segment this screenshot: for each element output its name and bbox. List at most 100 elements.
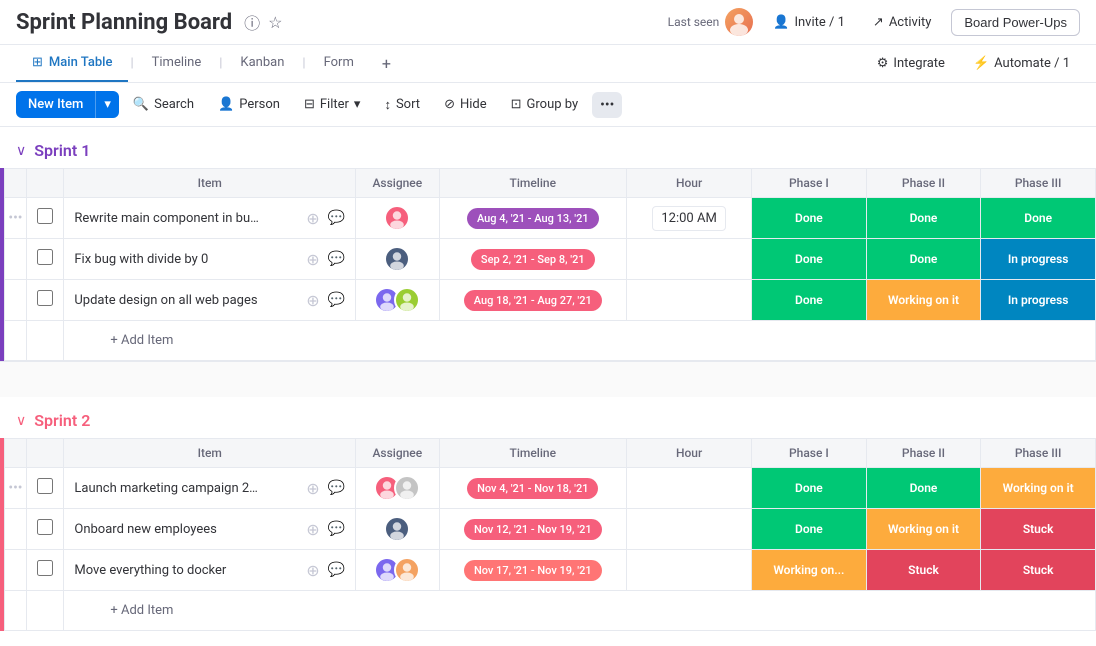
row-checkbox[interactable] <box>37 519 53 535</box>
person-button[interactable]: 👤 Person <box>208 92 290 117</box>
row-checkbox[interactable] <box>37 560 53 576</box>
s2-phase3-col-header: Phase III <box>981 439 1096 468</box>
add-subitem-icon[interactable]: ⊕ <box>306 479 319 498</box>
item-cell: Update design on all web pages ⊕ 💬 <box>64 280 356 321</box>
assignee-avatar <box>384 516 410 542</box>
invite-label: Invite / 1 <box>794 15 844 30</box>
group-by-button[interactable]: ⊡ Group by <box>501 92 589 117</box>
item-chat-icon[interactable]: 💬 <box>328 562 345 578</box>
sprint-2-header[interactable]: ∨ Sprint 2 <box>0 397 1096 438</box>
sprint-1-table-inner: Item Assignee Timeline Hour Phase I Phas… <box>4 168 1096 361</box>
item-chat-icon[interactable]: 💬 <box>328 292 345 308</box>
add-subitem-icon[interactable]: ⊕ <box>306 291 319 310</box>
hide-button[interactable]: ⊘ Hide <box>434 92 497 117</box>
phase1-col-header: Phase I <box>752 169 867 198</box>
phase1-status-badge: Done <box>752 239 866 279</box>
item-col-header: Item <box>64 169 356 198</box>
timeline-badge: Aug 18, '21 - Aug 27, '21 <box>464 290 602 311</box>
sprint2-column-headers: Item Assignee Timeline Hour Phase I Phas… <box>5 439 1096 468</box>
add-subitem-icon[interactable]: ⊕ <box>306 250 319 269</box>
table-row: Move everything to docker ⊕ 💬 Nov 17, '2… <box>5 550 1096 591</box>
phase3-status-badge: Stuck <box>981 509 1095 549</box>
tab-main-table[interactable]: ⊞ Main Table <box>16 45 128 82</box>
filter-chevron-icon: ▾ <box>354 97 361 112</box>
tab-kanban-label: Kanban <box>240 55 284 70</box>
tab-divider-3: | <box>302 56 305 71</box>
filter-button[interactable]: ⊟ Filter ▾ <box>294 92 371 117</box>
activity-icon: ↗ <box>873 15 884 30</box>
star-icon[interactable]: ☆ <box>268 13 282 32</box>
sprint-1-header[interactable]: ∨ Sprint 1 <box>0 127 1096 168</box>
tab-main-table-label: Main Table <box>49 55 113 70</box>
item-chat-icon[interactable]: 💬 <box>328 480 345 496</box>
hour-cell <box>627 468 752 509</box>
activity-button[interactable]: ↗ Activity <box>865 11 939 34</box>
hide-label: Hide <box>460 97 487 112</box>
group-by-label: Group by <box>527 97 579 112</box>
automate-button[interactable]: ⚡ Automate / 1 <box>963 52 1080 75</box>
phase3-cell: Stuck <box>981 550 1096 591</box>
add-subitem-icon[interactable]: ⊕ <box>306 209 319 228</box>
more-options-button[interactable]: ••• <box>592 92 622 118</box>
checkbox-cell <box>26 239 64 280</box>
row-checkbox[interactable] <box>37 249 53 265</box>
phase2-status-badge: Done <box>867 239 981 279</box>
new-item-button[interactable]: New Item ▾ <box>16 91 119 118</box>
tab-kanban[interactable]: Kanban <box>224 45 300 82</box>
item-chat-icon[interactable]: 💬 <box>328 251 345 267</box>
search-button[interactable]: 🔍 Search <box>123 92 204 117</box>
search-label: Search <box>154 97 194 112</box>
timeline-badge: Sep 2, '21 - Sep 8, '21 <box>471 249 595 270</box>
tab-form-label: Form <box>324 55 354 70</box>
item-cell: Onboard new employees ⊕ 💬 <box>64 509 356 550</box>
row-checkbox[interactable] <box>37 208 53 224</box>
assignee-cell <box>356 198 439 239</box>
filter-label: Filter <box>320 97 349 112</box>
add-item-cell: + Add Item <box>64 591 1096 631</box>
person-filter-icon: 👤 <box>218 97 234 112</box>
add-item-button[interactable]: + Add Item <box>64 323 1095 359</box>
phase3-cell: Done <box>981 198 1096 239</box>
phase2-cell: Done <box>866 239 981 280</box>
last-seen: Last seen <box>668 8 754 36</box>
sprint-2-left-border <box>0 438 4 631</box>
automate-label: Automate / 1 <box>994 56 1070 71</box>
tab-form[interactable]: Form <box>308 45 370 82</box>
tab-add-button[interactable]: + <box>370 46 403 81</box>
tab-timeline[interactable]: Timeline <box>136 45 218 82</box>
row-checkbox[interactable] <box>37 290 53 306</box>
add-item-button[interactable]: + Add Item <box>64 593 1095 629</box>
add-subitem-icon[interactable]: ⊕ <box>306 520 319 539</box>
integrate-icon: ⚙ <box>877 56 889 71</box>
item-cell: Move everything to docker ⊕ 💬 <box>64 550 356 591</box>
page-title: Sprint Planning Board <box>16 10 232 35</box>
add-item-check <box>26 321 64 361</box>
filter-icon: ⊟ <box>304 97 315 112</box>
new-item-chevron-icon[interactable]: ▾ <box>95 91 119 118</box>
dot-menu-icon[interactable]: ••• <box>8 210 22 226</box>
assignee-avatar <box>384 205 410 231</box>
tab-timeline-label: Timeline <box>152 55 202 70</box>
phase1-cell: Done <box>752 280 867 321</box>
phase1-status-badge: Done <box>752 198 866 238</box>
add-subitem-icon[interactable]: ⊕ <box>306 561 319 580</box>
assignee-cell <box>356 468 439 509</box>
item-chat-icon[interactable]: 💬 <box>328 521 345 537</box>
hour-value: 12:00 AM <box>652 206 725 231</box>
power-ups-button[interactable]: Board Power-Ups <box>951 9 1080 36</box>
invite-button[interactable]: 👤 Invite / 1 <box>765 11 853 34</box>
new-item-label[interactable]: New Item <box>16 91 95 118</box>
assignee-cell <box>356 550 439 591</box>
activity-label: Activity <box>889 15 932 30</box>
item-chat-icon[interactable]: 💬 <box>328 210 345 226</box>
last-seen-label: Last seen <box>668 15 720 29</box>
item-text: Launch marketing campaign 2… <box>74 481 298 496</box>
sort-button[interactable]: ↕ Sort <box>374 92 430 118</box>
info-icon[interactable]: ⓘ <box>244 10 260 34</box>
dot-menu-icon[interactable]: ••• <box>8 480 22 496</box>
integrate-button[interactable]: ⚙ Integrate <box>867 52 955 75</box>
tab-divider-1: | <box>130 56 133 71</box>
last-seen-avatar <box>725 8 753 36</box>
row-checkbox[interactable] <box>37 478 53 494</box>
header-right: Last seen 👤 Invite / 1 ↗ Activity Board … <box>668 8 1080 36</box>
